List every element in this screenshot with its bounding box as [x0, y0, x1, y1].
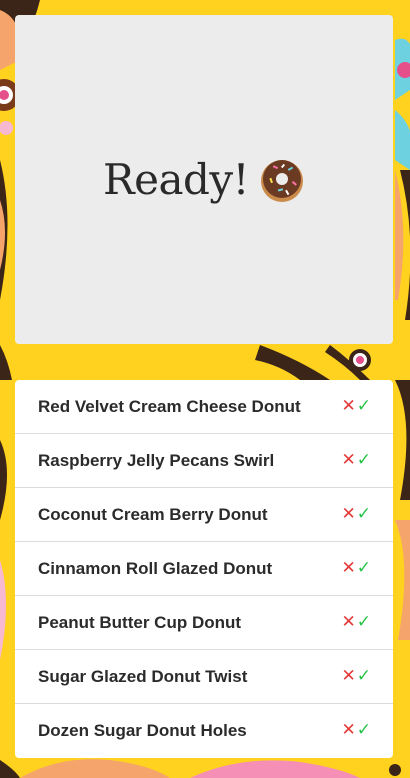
item-label: Cinnamon Roll Glazed Donut [38, 558, 273, 578]
list-item: Red Velvet Cream Cheese Donut ✕ ✓ [15, 380, 393, 434]
reject-button[interactable]: ✕ [342, 398, 356, 415]
item-controls: ✕ ✓ [342, 668, 372, 685]
reject-button[interactable]: ✕ [342, 560, 356, 577]
reject-button[interactable]: ✕ [342, 452, 356, 469]
item-controls: ✕ ✓ [342, 722, 372, 739]
list-item: Cinnamon Roll Glazed Donut ✕ ✓ [15, 542, 393, 596]
status-text: Ready! [102, 155, 250, 204]
accept-button[interactable]: ✓ [357, 668, 371, 685]
accept-button[interactable]: ✓ [357, 614, 371, 631]
status-panel: Ready! [15, 15, 393, 344]
list-item: Coconut Cream Berry Donut ✕ ✓ [15, 488, 393, 542]
reject-button[interactable]: ✕ [342, 722, 356, 739]
item-label: Red Velvet Cream Cheese Donut [38, 396, 301, 416]
item-label: Dozen Sugar Donut Holes [38, 720, 247, 740]
item-controls: ✕ ✓ [342, 506, 372, 523]
list-item: Sugar Glazed Donut Twist ✕ ✓ [15, 650, 393, 704]
accept-button[interactable]: ✓ [357, 506, 371, 523]
item-label: Sugar Glazed Donut Twist [38, 666, 248, 686]
item-label: Coconut Cream Berry Donut [38, 504, 268, 524]
reject-button[interactable]: ✕ [342, 614, 356, 631]
item-controls: ✕ ✓ [342, 560, 372, 577]
accept-button[interactable]: ✓ [357, 560, 371, 577]
list-item: Peanut Butter Cup Donut ✕ ✓ [15, 596, 393, 650]
item-controls: ✕ ✓ [342, 614, 372, 631]
item-label: Peanut Butter Cup Donut [38, 612, 242, 632]
donut-list: Red Velvet Cream Cheese Donut ✕ ✓ Raspbe… [15, 380, 393, 758]
reject-button[interactable]: ✕ [342, 668, 356, 685]
list-item: Raspberry Jelly Pecans Swirl ✕ ✓ [15, 434, 393, 488]
item-controls: ✕ ✓ [342, 452, 372, 469]
accept-button[interactable]: ✓ [357, 452, 371, 469]
list-item: Dozen Sugar Donut Holes ✕ ✓ [15, 704, 393, 757]
reject-button[interactable]: ✕ [342, 506, 356, 523]
accept-button[interactable]: ✓ [357, 722, 371, 739]
donut-icon [259, 157, 305, 203]
item-controls: ✕ ✓ [342, 398, 372, 415]
accept-button[interactable]: ✓ [357, 398, 371, 415]
item-label: Raspberry Jelly Pecans Swirl [38, 450, 275, 470]
